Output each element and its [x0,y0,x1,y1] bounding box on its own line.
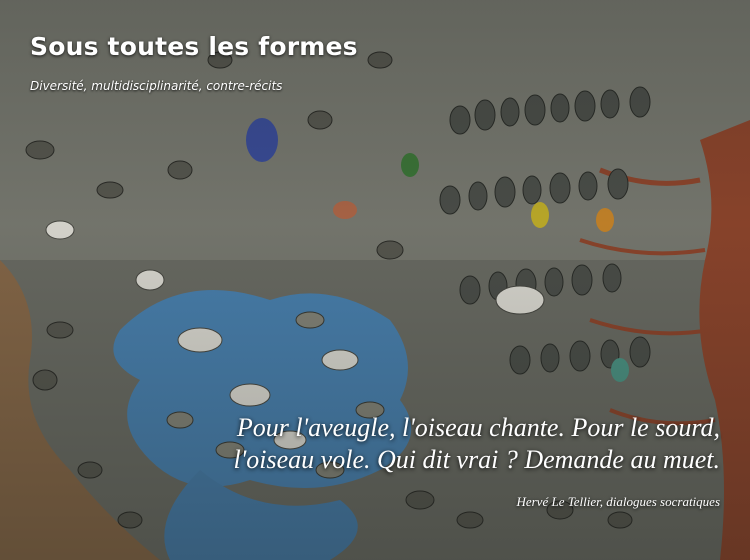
site-tagline: Diversité, multidisciplinarité, contre-r… [30,79,283,93]
quote-author: Hervé Le Tellier, dialogues socratiques [516,494,720,509]
hero-banner: Sous toutes les formes Diversité, multid… [0,0,750,560]
site-title[interactable]: Sous toutes les formes [30,32,358,61]
quote-line-2: l'oiseau vole. Qui dit vrai ? Demande au… [233,445,720,474]
quote-line-1: Pour l'aveugle, l'oiseau chante. Pour le… [236,413,720,442]
quote-block: Pour l'aveugle, l'oiseau chante. Pour le… [120,412,720,510]
